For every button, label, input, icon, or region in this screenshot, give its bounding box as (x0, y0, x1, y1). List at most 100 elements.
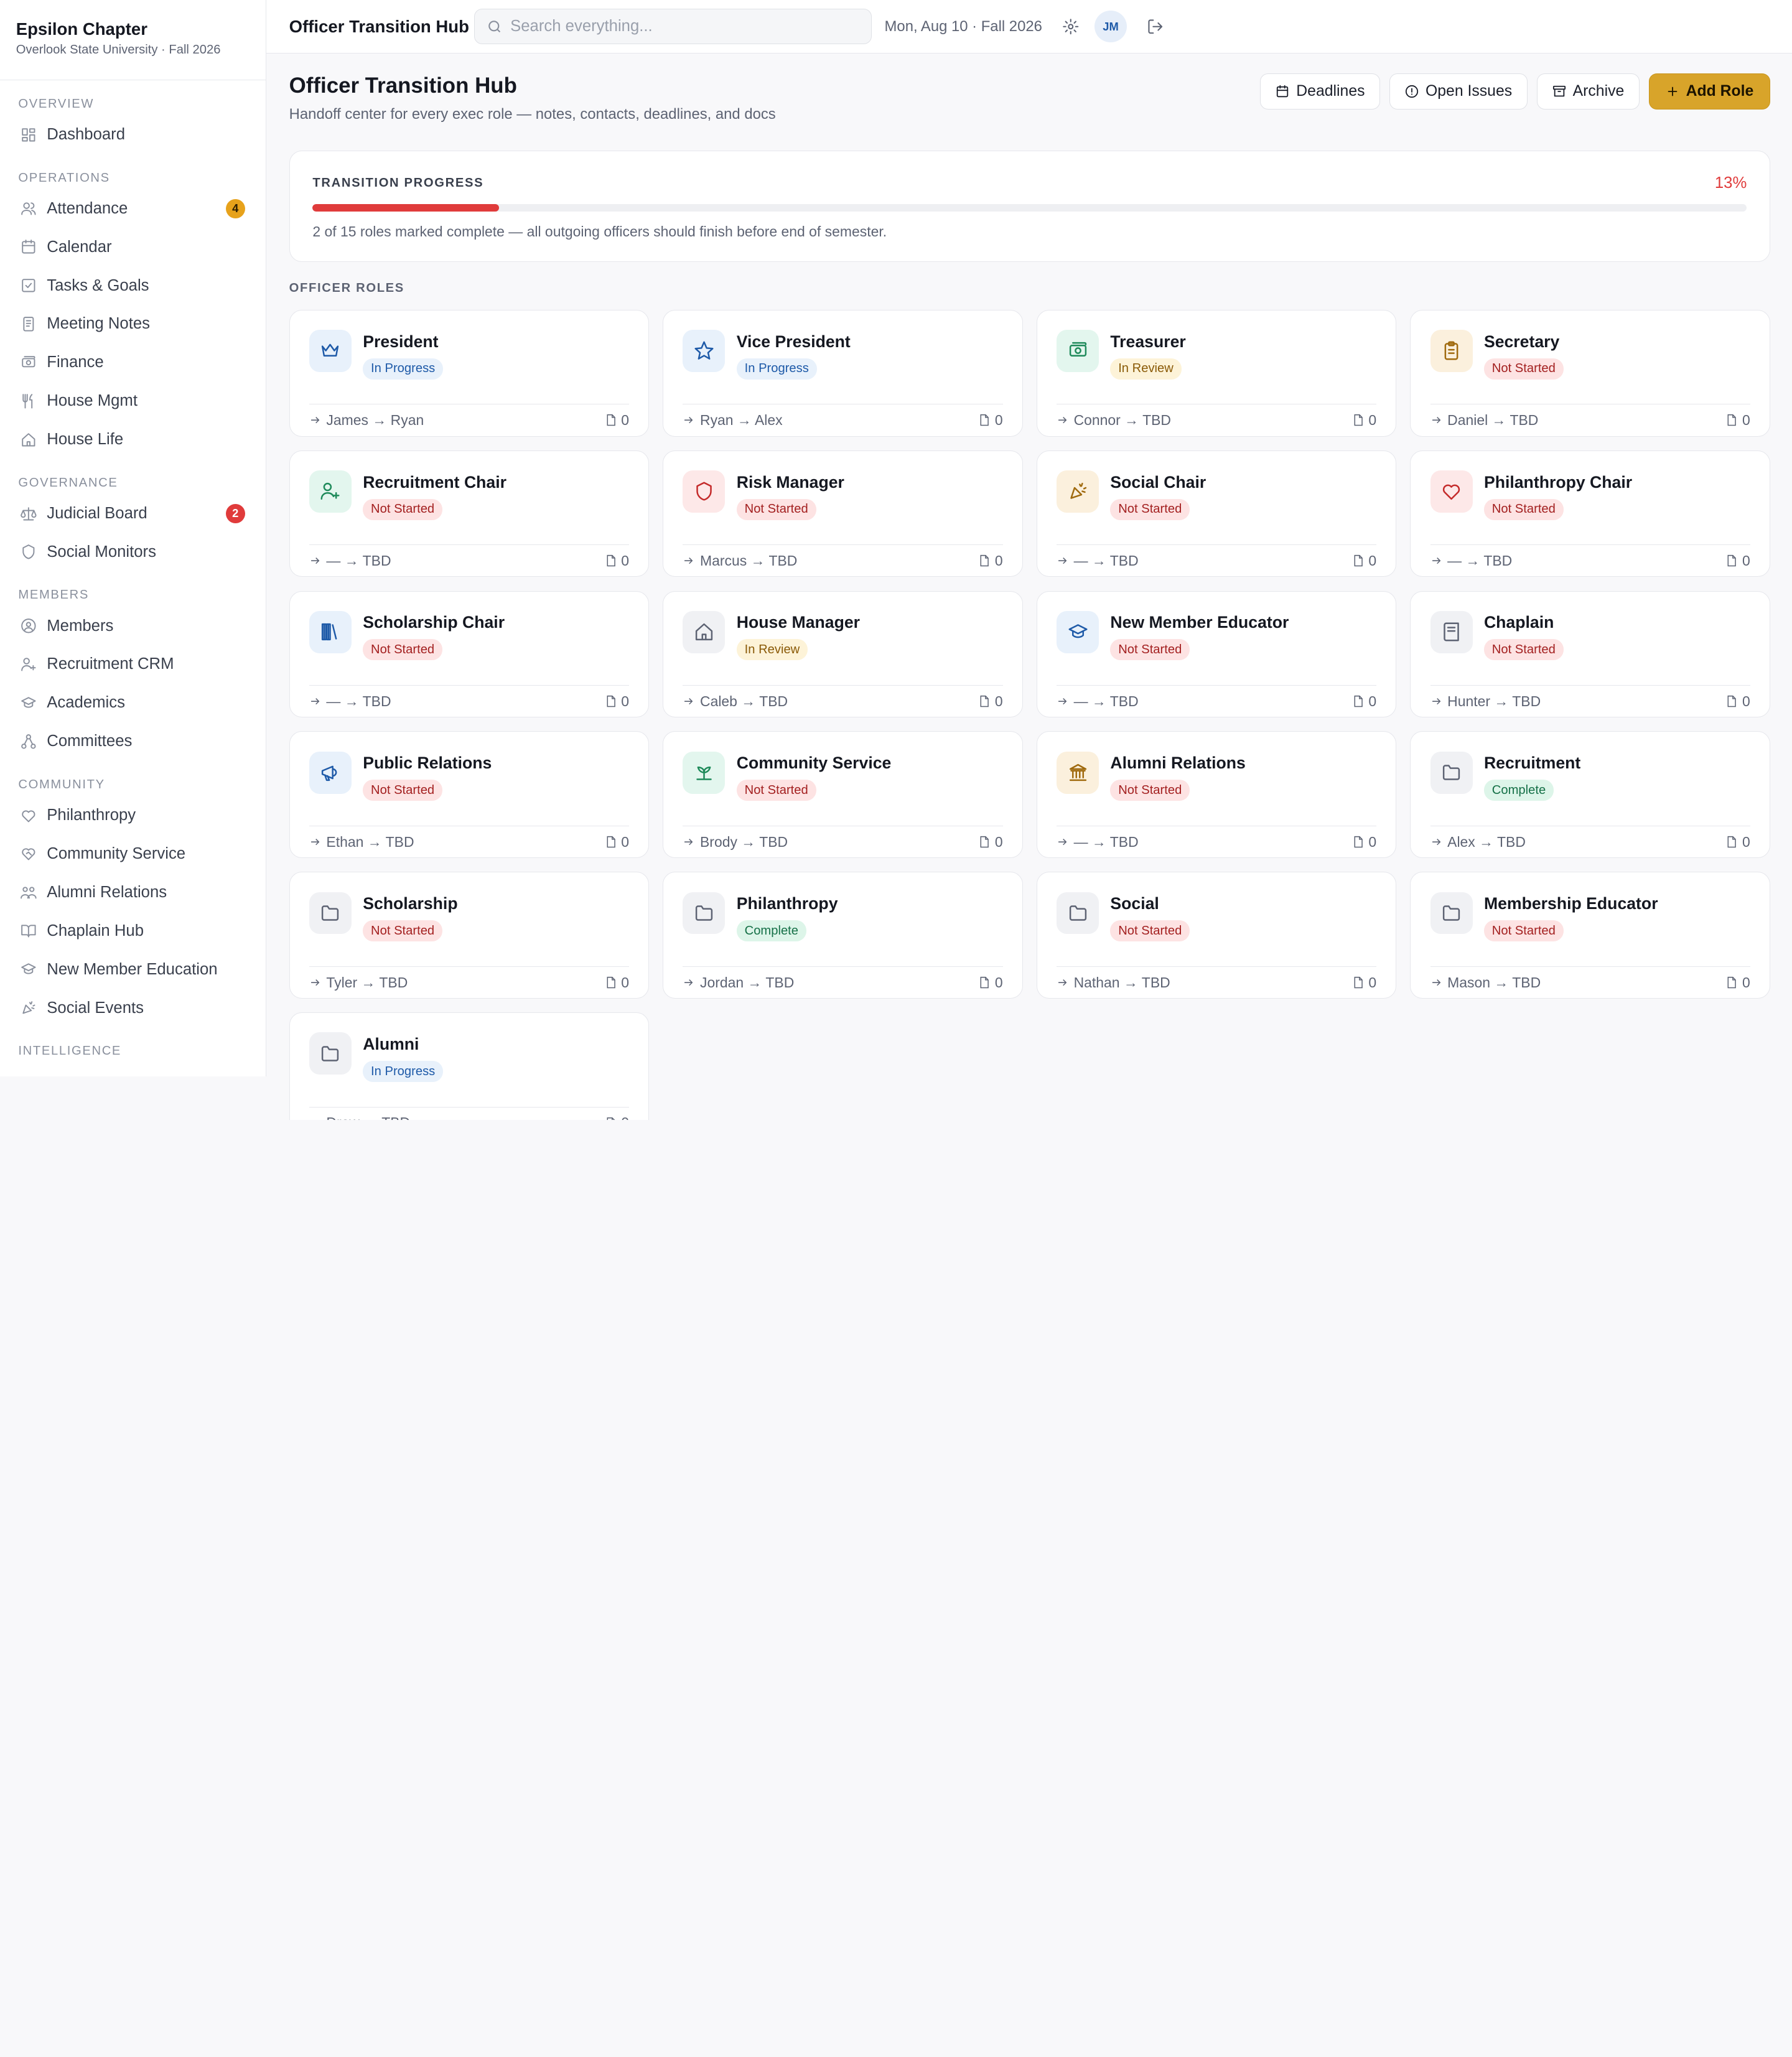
sidebar-item-judicial-board[interactable]: Judicial Board 2 (0, 494, 266, 533)
role-card-secretary[interactable]: Secretary Not Started Daniel → TBD 0 (1410, 309, 1770, 437)
role-card-public-relations[interactable]: Public Relations Not Started Ethan → TBD 0 (289, 731, 650, 859)
handoff: Marcus → TBD (683, 553, 797, 569)
sidebar-item-members[interactable]: Members (0, 607, 266, 645)
sidebar-item-committees[interactable]: Committees (0, 722, 266, 761)
sidebar-item-label: Recruitment CRM (47, 655, 174, 673)
sidebar-item-recruitment-crm[interactable]: Recruitment CRM (0, 645, 266, 684)
arrow-right-icon (1058, 557, 1067, 564)
role-name: President (363, 332, 439, 351)
sidebar-item-new-member-education[interactable]: New Member Education (0, 950, 266, 989)
status-badge: Not Started (1110, 780, 1190, 801)
logout-button[interactable] (1145, 16, 1165, 37)
role-card-vice-president[interactable]: Vice President In Progress Ryan → Alex 0 (663, 309, 1023, 437)
doc-count: 0 (1726, 974, 1750, 991)
search-input[interactable]: Search everything... (474, 9, 872, 45)
chapter-header[interactable]: Epsilon Chapter Overlook State Universit… (0, 0, 266, 80)
party-popper-icon (22, 1001, 35, 1014)
settings-button[interactable] (1060, 16, 1081, 37)
sidebar-item-calendar[interactable]: Calendar (0, 228, 266, 266)
app-window: Epsilon Chapter Overlook State Universit… (0, 0, 1792, 1120)
doc-count-value: 0 (994, 412, 1003, 429)
user-avatar[interactable]: JM (1094, 10, 1127, 43)
role-card-philanthropy[interactable]: Philanthropy Complete Jordan → TBD 0 (663, 872, 1023, 999)
role-card-social-chair[interactable]: Social Chair Not Started — → TBD 0 (1036, 450, 1397, 577)
deadlines-button[interactable]: Deadlines (1260, 73, 1381, 110)
sidebar-item-house-life[interactable]: House Life (0, 421, 266, 459)
progress-note: 2 of 15 roles marked complete — all outg… (312, 223, 887, 240)
heart-icon (1442, 484, 1460, 500)
role-card-social[interactable]: Social Not Started Nathan → TBD 0 (1036, 872, 1397, 999)
sidebar-item-house-mgmt[interactable]: House Mgmt (0, 382, 266, 421)
role-name: Social (1110, 894, 1159, 913)
role-card-philanthropy-chair[interactable]: Philanthropy Chair Not Started — → TBD 0 (1410, 450, 1770, 577)
sidebar-item-philanthropy[interactable]: Philanthropy (0, 796, 266, 835)
sidebar-item-attendance[interactable]: Attendance 4 (0, 189, 266, 228)
arrow-right-icon (310, 698, 320, 705)
status-badge: Not Started (1483, 358, 1564, 380)
alert-circle-icon (1405, 85, 1419, 98)
sidebar-item-social-events[interactable]: Social Events (0, 989, 266, 1027)
document-icon (607, 555, 615, 567)
handoff-text: Connor → TBD (1073, 412, 1171, 429)
doc-count-value: 0 (621, 833, 629, 850)
handoff-text: Alex → TBD (1447, 833, 1526, 850)
role-card-membership-educator[interactable]: Membership Educator Not Started Mason → TB… (1410, 872, 1770, 999)
arrow-right-icon (684, 417, 693, 424)
role-icon-tile (1430, 892, 1473, 935)
sidebar-item-label: Dashboard (47, 125, 126, 143)
sidebar-item-social-monitors[interactable]: Social Monitors (0, 533, 266, 571)
role-card-recruitment[interactable]: Recruitment Complete Alex → TBD 0 (1410, 731, 1770, 859)
handoff: — → TBD (1430, 552, 1513, 569)
doc-count: 0 (979, 553, 1003, 569)
doc-count-value: 0 (1368, 412, 1377, 429)
add-role-button[interactable]: Add Role (1648, 73, 1771, 110)
sidebar-item-chaplain-hub[interactable]: Chaplain Hub (0, 912, 266, 950)
role-icon-tile (309, 1032, 352, 1075)
document-icon (1727, 976, 1737, 989)
role-card-recruitment-chair[interactable]: Recruitment Chair Not Started — → TBD 0 (289, 450, 650, 577)
progress-percent: 13% (1714, 174, 1747, 192)
sidebar-item-academics[interactable]: Academics (0, 684, 266, 722)
role-name: Scholarship (363, 894, 458, 913)
role-card-president[interactable]: President In Progress James → Ryan 0 (289, 309, 650, 437)
calendar-icon (22, 240, 35, 254)
role-card-alumni-relations[interactable]: Alumni Relations Not Started — → TBD 0 (1036, 731, 1397, 859)
graduation-cap-icon (1068, 624, 1088, 638)
role-card-scholarship-chair[interactable]: Scholarship Chair Not Started — → TBD 0 (289, 590, 650, 718)
role-card-risk-manager[interactable]: Risk Manager Not Started Marcus → TBD 0 (663, 450, 1023, 577)
doc-count: 0 (1353, 412, 1376, 429)
doc-count-value: 0 (621, 693, 629, 709)
role-card-treasurer[interactable]: Treasurer In Review Connor → TBD 0 (1036, 309, 1397, 437)
open-issues-button[interactable]: Open Issues (1389, 73, 1528, 110)
sidebar-item-meeting-notes[interactable]: Meeting Notes (0, 305, 266, 343)
sidebar-item-community-service[interactable]: Community Service (0, 835, 266, 874)
role-name: Alumni Relations (1110, 753, 1246, 773)
calendar-icon (1277, 85, 1289, 98)
sidebar-item-finance[interactable]: Finance (0, 343, 266, 382)
status-badge: In Review (736, 639, 808, 661)
status-badge: Not Started (1110, 639, 1190, 661)
role-card-alumni[interactable]: Alumni In Progress Drew → TBD 0 (289, 1012, 650, 1120)
role-card-community-service[interactable]: Community Service Not Started Brody → TBD 0 (663, 731, 1023, 859)
sidebar-item-tasks-and-goals[interactable]: Tasks & Goals (0, 266, 266, 305)
handoff-text: Ethan → TBD (326, 833, 414, 850)
role-card-new-member-educator[interactable]: New Member Educator Not Started — → TBD 0 (1036, 590, 1397, 718)
handoff-text: — → TBD (1447, 552, 1513, 569)
role-card-chaplain[interactable]: Chaplain Not Started Hunter → TBD 0 (1410, 590, 1770, 718)
sidebar-item-alumni-relations[interactable]: Alumni Relations (0, 873, 266, 912)
role-card-scholarship[interactable]: Scholarship Not Started Tyler → TBD 0 (289, 872, 650, 999)
document-icon (607, 976, 615, 989)
handoff: — → TBD (1057, 834, 1139, 851)
sidebar-item-dashboard[interactable]: Dashboard (0, 115, 266, 154)
doc-count-value: 0 (994, 693, 1003, 709)
folder-icon (1442, 765, 1460, 780)
role-name: Recruitment (1483, 753, 1581, 773)
folder-icon (1442, 905, 1460, 921)
doc-count: 0 (979, 412, 1003, 429)
archive-button[interactable]: Archive (1536, 73, 1640, 110)
role-card-house-manager[interactable]: House Manager In Review Caleb → TBD 0 (663, 590, 1023, 718)
document-icon (1354, 976, 1363, 989)
role-name: Public Relations (363, 753, 492, 773)
doc-count: 0 (605, 834, 629, 851)
arrow-right-icon (310, 417, 320, 424)
